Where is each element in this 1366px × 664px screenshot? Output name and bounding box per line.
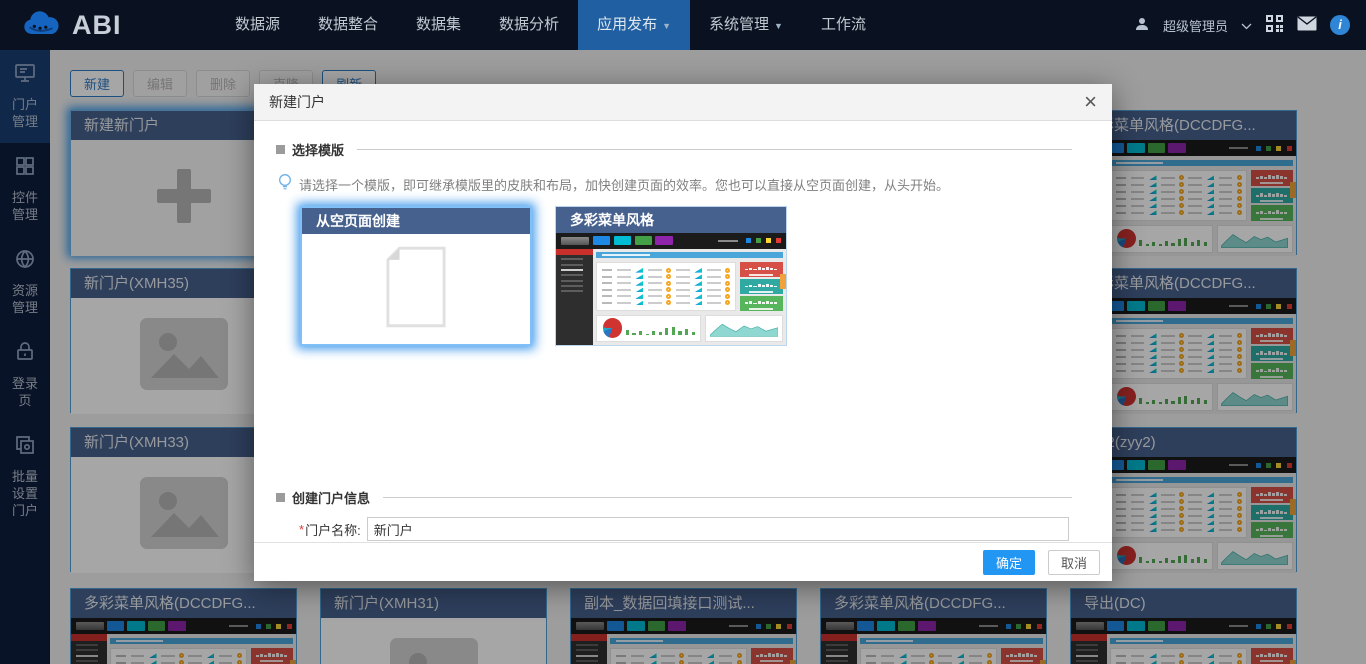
template-hint: 请选择一个模版，即可继承模版里的皮肤和布局，加快创建页面的效率。您也可以直接从空… — [278, 173, 1072, 195]
nav-item-label: 数据分析 — [499, 16, 559, 33]
template-card-1[interactable]: 从空页面创建 — [300, 206, 532, 346]
template-card-title: 多彩菜单风格 — [556, 207, 786, 233]
blank-page-icon — [385, 246, 447, 333]
dashboard-thumbnail — [556, 233, 786, 345]
nav-item-label: 应用发布 — [597, 16, 657, 33]
dialog-header: 新建门户 × — [254, 84, 1112, 121]
section-bullet — [276, 145, 285, 154]
nav-item-label: 数据整合 — [318, 16, 378, 33]
cancel-button[interactable]: 取消 — [1048, 550, 1100, 575]
section-portal-info: 创建门户信息 — [276, 488, 1072, 507]
template-card-thumbnail — [556, 233, 786, 345]
nav-item-5[interactable]: 应用发布 ▼ — [578, 0, 690, 50]
template-list: 从空页面创建多彩菜单风格 — [300, 206, 1072, 346]
nav-item-6[interactable]: 系统管理 ▼ — [690, 0, 802, 50]
logo-text: ABI — [72, 10, 122, 41]
section-portal-info-label: 创建门户信息 — [292, 488, 370, 507]
nav-item-label: 数据源 — [235, 16, 280, 33]
mail-icon[interactable] — [1297, 16, 1317, 34]
top-navbar: ABI 数据源 数据整合 数据集 数据分析 应用发布 ▼ 系统管理 ▼ 工作流 超级管理员 i — [0, 0, 1366, 50]
main-menu: 数据源 数据整合 数据集 数据分析 应用发布 ▼ 系统管理 ▼ 工作流 — [216, 0, 885, 50]
nav-item-label: 系统管理 — [709, 16, 769, 33]
chevron-down-icon: ▼ — [662, 21, 671, 31]
chevron-down-icon[interactable] — [1241, 18, 1252, 33]
section-bullet — [276, 493, 285, 502]
section-select-template-label: 选择模版 — [292, 140, 344, 159]
new-portal-dialog: 新建门户 × 选择模版 请选择一个模版，即可继承模版里的皮肤和布局，加快创建页面… — [254, 84, 1112, 581]
logo-cloud-icon — [20, 8, 62, 42]
brand: ABI — [0, 8, 216, 42]
portal-name-label: 门户名称: — [305, 520, 361, 539]
qrcode-icon[interactable] — [1265, 14, 1284, 36]
nav-item-2[interactable]: 数据整合 — [299, 0, 397, 50]
nav-item-label: 数据集 — [416, 16, 461, 33]
nav-item-1[interactable]: 数据源 — [216, 0, 299, 50]
section-divider-line — [357, 149, 1072, 150]
template-card-thumbnail — [302, 234, 530, 344]
info-icon[interactable]: i — [1330, 15, 1350, 35]
close-icon[interactable]: × — [1084, 91, 1097, 113]
portal-name-row: * 门户名称: — [299, 517, 1072, 541]
lightbulb-icon — [278, 173, 292, 195]
chevron-down-icon: ▼ — [774, 21, 783, 31]
required-mark: * — [299, 522, 304, 537]
nav-item-7[interactable]: 工作流 — [802, 0, 885, 50]
nav-item-label: 工作流 — [821, 16, 866, 33]
dialog-title: 新建门户 — [269, 92, 325, 112]
section-select-template: 选择模版 — [276, 140, 1072, 159]
nav-item-4[interactable]: 数据分析 — [480, 0, 578, 50]
navbar-right: 超级管理员 i — [1134, 14, 1366, 36]
user-name[interactable]: 超级管理员 — [1163, 16, 1228, 35]
dialog-body: 选择模版 请选择一个模版，即可继承模版里的皮肤和布局，加快创建页面的效率。您也可… — [254, 121, 1112, 542]
dialog-footer: 确定 取消 — [254, 542, 1112, 581]
user-icon[interactable] — [1134, 16, 1150, 35]
template-hint-text: 请选择一个模版，即可继承模版里的皮肤和布局，加快创建页面的效率。您也可以直接从空… — [299, 175, 949, 194]
section-divider-line — [383, 497, 1072, 498]
template-card-title: 从空页面创建 — [302, 208, 530, 234]
ok-button[interactable]: 确定 — [983, 550, 1035, 575]
template-card-2[interactable]: 多彩菜单风格 — [555, 206, 787, 346]
portal-name-input[interactable] — [367, 517, 1069, 541]
nav-item-3[interactable]: 数据集 — [397, 0, 480, 50]
